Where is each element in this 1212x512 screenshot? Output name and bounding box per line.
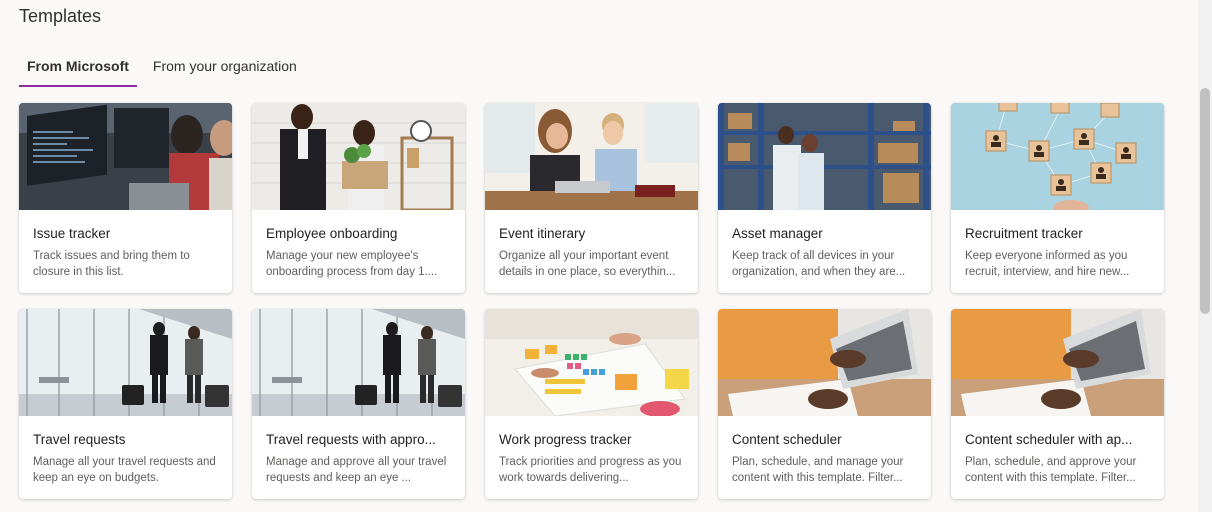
content-scheduler-image [718, 309, 931, 416]
template-card-asset-manager[interactable]: Asset manager Keep track of all devices … [718, 103, 931, 293]
template-thumbnail [252, 103, 465, 210]
work-progress-tracker-image [485, 309, 698, 416]
template-thumbnail [485, 103, 698, 210]
template-title: Recruitment tracker [965, 226, 1083, 241]
template-card-travel-requests-with-approvals[interactable]: Travel requests with appro... Manage and… [252, 309, 465, 499]
template-title: Asset manager [732, 226, 823, 241]
template-thumbnail [485, 309, 698, 416]
template-description: Track priorities and progress as you wor… [499, 456, 682, 484]
template-thumbnail [718, 103, 931, 210]
template-description: Manage your new employee's onboarding pr… [266, 250, 438, 278]
vertical-scrollbar[interactable] [1198, 0, 1212, 512]
issue-tracker-image [19, 103, 232, 210]
template-title: Work progress tracker [499, 432, 632, 447]
template-description: Keep track of all devices in your organi… [732, 250, 906, 278]
template-description: Organize all your important event detail… [499, 250, 676, 278]
template-thumbnail [19, 309, 232, 416]
template-title: Content scheduler with ap... [965, 432, 1133, 447]
template-card-employee-onboarding[interactable]: Employee onboarding Manage your new empl… [252, 103, 465, 293]
template-description: Plan, schedule, and approve your content… [965, 456, 1137, 484]
template-thumbnail [252, 309, 465, 416]
travel-requests-image [19, 309, 232, 416]
template-description: Keep everyone informed as you recruit, i… [965, 250, 1130, 278]
template-card-travel-requests[interactable]: Travel requests Manage all your travel r… [19, 309, 232, 499]
template-card-issue-tracker[interactable]: Issue tracker Track issues and bring the… [19, 103, 232, 293]
template-card-content-scheduler-with-approvals[interactable]: Content scheduler with ap... Plan, sched… [951, 309, 1164, 499]
template-thumbnail [951, 309, 1164, 416]
page-title: Templates [19, 6, 102, 26]
template-card-event-itinerary[interactable]: Event itinerary Organize all your import… [485, 103, 698, 293]
template-source-tabs: From Microsoft From your organization [19, 52, 305, 88]
asset-manager-image [718, 103, 931, 210]
employee-onboarding-image [252, 103, 465, 210]
template-card-recruitment-tracker[interactable]: Recruitment tracker Keep everyone inform… [951, 103, 1164, 293]
template-title: Content scheduler [732, 432, 842, 447]
scrollbar-thumb[interactable] [1200, 88, 1210, 314]
travel-requests-approvals-image [252, 309, 465, 416]
template-thumbnail [718, 309, 931, 416]
event-itinerary-image [485, 103, 698, 210]
template-description: Manage and approve all your travel reque… [266, 456, 447, 484]
template-card-content-scheduler[interactable]: Content scheduler Plan, schedule, and ma… [718, 309, 931, 499]
template-title: Employee onboarding [266, 226, 398, 241]
template-grid: Issue tracker Track issues and bring the… [19, 103, 1164, 499]
template-title: Travel requests [33, 432, 126, 447]
template-title: Event itinerary [499, 226, 586, 241]
recruitment-tracker-image [951, 103, 1164, 210]
template-thumbnail [951, 103, 1164, 210]
template-title: Travel requests with appro... [266, 432, 436, 447]
content-scheduler-approvals-image [951, 309, 1164, 416]
template-thumbnail [19, 103, 232, 210]
tab-from-microsoft[interactable]: From Microsoft [19, 52, 137, 88]
tab-from-your-organization[interactable]: From your organization [145, 52, 305, 88]
template-title: Issue tracker [33, 226, 111, 241]
template-description: Track issues and bring them to closure i… [33, 250, 190, 278]
template-description: Plan, schedule, and manage your content … [732, 456, 904, 484]
template-card-work-progress-tracker[interactable]: Work progress tracker Track priorities a… [485, 309, 698, 499]
template-description: Manage all your travel requests and keep… [33, 456, 216, 484]
